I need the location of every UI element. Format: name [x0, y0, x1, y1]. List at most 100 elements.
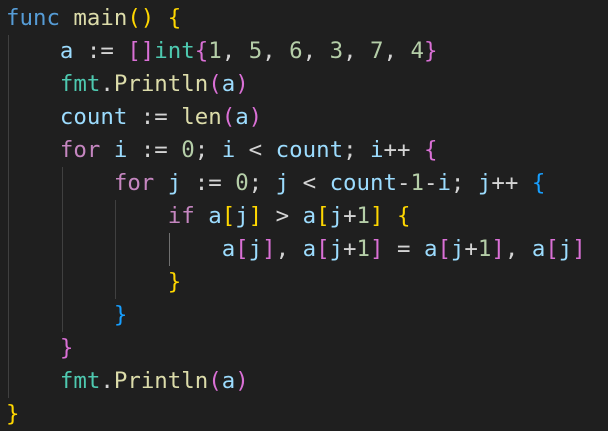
code-token: <	[289, 170, 330, 196]
code-token: 1	[410, 170, 424, 196]
code-token: a	[423, 236, 438, 262]
code-token: for	[59, 137, 101, 163]
code-token: 0	[181, 137, 195, 163]
code-token: [	[316, 203, 330, 229]
code-token: ,	[221, 38, 249, 64]
code-token: main	[73, 5, 128, 31]
code-line[interactable]: }	[6, 266, 181, 299]
code-line[interactable]: for i := 0; i < count; i++ {	[6, 134, 438, 167]
code-token: ,	[383, 38, 411, 64]
code-token: 5	[248, 38, 263, 64]
code-token: }	[6, 401, 20, 427]
code-token: for	[113, 170, 155, 196]
code-line[interactable]: fmt.Println(a)	[6, 68, 249, 101]
code-token: fmt	[59, 368, 101, 394]
code-token: ,	[262, 38, 290, 64]
code-token: [	[235, 236, 249, 262]
code-token: 6	[289, 38, 303, 64]
code-token: ++	[491, 170, 532, 196]
code-token: ,	[275, 236, 303, 262]
code-token: ]	[370, 203, 384, 229]
code-token: 4	[410, 38, 424, 64]
code-token: >	[262, 203, 303, 229]
code-token: +	[343, 203, 357, 229]
code-token: :=	[127, 137, 182, 163]
code-token: i	[113, 137, 128, 163]
code-token: [	[437, 236, 451, 262]
code-token: +	[343, 236, 357, 262]
code-token: {	[423, 137, 438, 163]
code-line[interactable]: }	[6, 398, 19, 431]
code-token: 3	[329, 38, 344, 64]
code-token: j	[477, 170, 492, 196]
code-token: :=	[181, 170, 236, 196]
code-token: fmt	[59, 71, 101, 97]
code-line[interactable]: a := []int{1, 5, 6, 3, 7, 4}	[6, 35, 438, 68]
code-token: ]	[491, 236, 505, 262]
code-token: a	[302, 236, 317, 262]
code-token: j	[167, 170, 182, 196]
code-token: :=	[73, 38, 128, 64]
code-token: int	[154, 38, 195, 64]
code-token: {	[397, 203, 411, 229]
code-token: a	[531, 236, 546, 262]
code-token: }	[59, 335, 74, 361]
code-token: 1	[477, 236, 492, 262]
code-line[interactable]: fmt.Println(a)	[6, 365, 249, 398]
code-token: a	[59, 38, 74, 64]
code-token: }	[167, 269, 182, 295]
code-editor[interactable]: func main() { a := []int{1, 5, 6, 3, 7, …	[0, 0, 608, 431]
code-token: func	[6, 5, 60, 31]
code-line[interactable]: count := len(a)	[6, 101, 262, 134]
code-token: {	[531, 170, 546, 196]
code-token: j	[248, 236, 263, 262]
code-line[interactable]: }	[6, 299, 127, 332]
code-token: (	[208, 71, 222, 97]
code-token: 1	[356, 203, 371, 229]
code-token: {	[167, 5, 182, 31]
code-token: i	[370, 137, 384, 163]
code-token: }	[113, 302, 128, 328]
code-token: j	[329, 203, 344, 229]
code-token: a	[221, 71, 236, 97]
code-token: len	[181, 104, 222, 130]
code-token: 7	[370, 38, 384, 64]
code-token: -	[396, 170, 411, 196]
code-token: ]	[572, 236, 586, 262]
code-token: count	[275, 137, 344, 163]
code-token: j	[329, 236, 344, 262]
code-token: a	[221, 236, 236, 262]
code-token: ]	[370, 236, 384, 262]
code-line[interactable]: func main() {	[6, 2, 181, 35]
code-token: j	[450, 236, 465, 262]
code-token: (	[208, 368, 222, 394]
code-token: [	[316, 236, 330, 262]
code-token: }	[423, 38, 438, 64]
code-line[interactable]: if a[j] > a[j+1] {	[6, 200, 411, 233]
code-token: 1	[208, 38, 222, 64]
code-token: if	[167, 203, 195, 229]
code-token: a	[208, 203, 222, 229]
code-token: a	[235, 104, 249, 130]
code-token: 0	[235, 170, 249, 196]
code-line[interactable]: a[j], a[j+1] = a[j+1], a[j]	[6, 233, 586, 266]
code-line[interactable]: for j := 0; j < count-1-i; j++ {	[6, 167, 545, 200]
code-line[interactable]: }	[6, 332, 73, 365]
code-token: ++	[383, 137, 424, 163]
code-token: a	[221, 368, 236, 394]
code-token: ;	[248, 170, 276, 196]
